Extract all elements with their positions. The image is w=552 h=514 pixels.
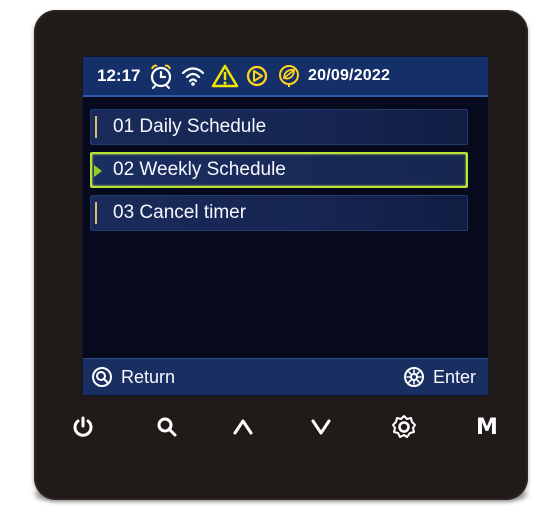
menu-item-label: 03 Cancel timer	[113, 202, 247, 223]
search-button[interactable]	[150, 410, 184, 444]
display-screen: 12:17 20/09/2022 01 Daily Schedule 02 We…	[82, 56, 489, 396]
eco-leaf-icon	[273, 60, 305, 92]
menu-item-daily-schedule[interactable]: 01 Daily Schedule	[90, 109, 468, 145]
status-bar: 12:17 20/09/2022	[83, 57, 488, 97]
alarm-clock-icon	[145, 60, 177, 92]
gear-icon	[392, 415, 416, 438]
status-date: 20/09/2022	[308, 67, 391, 84]
menu-item-cancel-timer[interactable]: 03 Cancel timer	[90, 195, 468, 231]
return-action[interactable]: Return	[91, 359, 175, 395]
down-button[interactable]	[304, 410, 338, 444]
hardware-button-row: M	[66, 410, 506, 444]
menu-item-label: 01 Daily Schedule	[113, 116, 267, 137]
search-icon	[157, 417, 177, 437]
enter-action[interactable]: Enter	[403, 359, 476, 395]
search-icon	[91, 366, 113, 388]
schedule-menu: 01 Daily Schedule 02 Weekly Schedule 03 …	[90, 109, 468, 238]
chevron-down-icon	[311, 419, 331, 435]
settings-button[interactable]	[387, 410, 421, 444]
menu-item-label: 02 Weekly Schedule	[113, 159, 286, 180]
power-button[interactable]	[66, 410, 100, 444]
selection-arrow-icon	[94, 165, 102, 177]
screen-footer: Return Enter	[83, 358, 488, 395]
mode-button[interactable]: M	[470, 410, 504, 444]
wifi-icon	[177, 60, 209, 92]
chevron-up-icon	[233, 419, 253, 435]
up-button[interactable]	[226, 410, 260, 444]
return-label: Return	[121, 366, 176, 387]
enter-label: Enter	[432, 366, 476, 387]
settings-icon	[403, 366, 425, 388]
menu-item-weekly-schedule[interactable]: 02 Weekly Schedule	[90, 152, 468, 188]
status-time: 12:17	[97, 66, 141, 85]
power-icon	[73, 416, 93, 437]
warning-icon	[209, 60, 241, 92]
play-icon	[241, 60, 273, 92]
